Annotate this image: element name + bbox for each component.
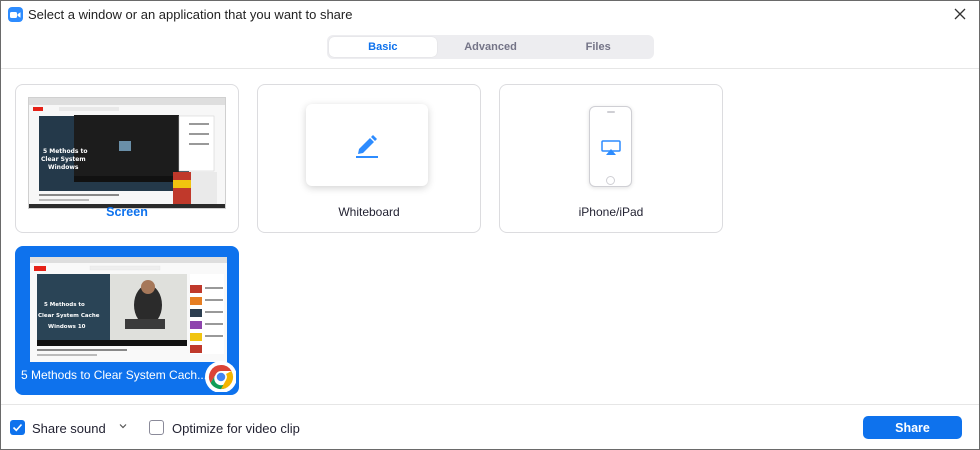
screen-thumbnail: 5 Methods to Clear System Windows <box>28 97 226 209</box>
whiteboard-card <box>306 104 428 186</box>
iphone-label: iPhone/iPad <box>578 205 644 219</box>
svg-text:5 Methods to: 5 Methods to <box>43 148 88 155</box>
svg-text:5 Methods to: 5 Methods to <box>44 302 85 308</box>
screen-preview-image: 5 Methods to Clear System Windows <box>29 98 225 208</box>
close-button[interactable] <box>951 5 969 23</box>
share-type-tabs: Basic Advanced Files <box>327 35 654 59</box>
tab-advanced[interactable]: Advanced <box>437 37 545 57</box>
phone-graphic <box>589 106 632 187</box>
chrome-window-thumbnail: 5 Methods to Clear System Cache Windows … <box>30 257 227 362</box>
share-whiteboard-tile[interactable]: Whiteboard <box>257 84 481 233</box>
bottom-divider <box>1 404 979 405</box>
svg-text:Clear System Cache: Clear System Cache <box>38 313 100 319</box>
airplay-icon <box>601 140 621 155</box>
chevron-down-icon[interactable] <box>118 422 128 430</box>
svg-text:Windows 10: Windows 10 <box>48 324 86 330</box>
window-title: Select a window or an application that y… <box>28 7 353 22</box>
share-button[interactable]: Share <box>863 416 962 439</box>
svg-text:Windows: Windows <box>48 164 79 171</box>
chrome-window-preview-image: 5 Methods to Clear System Cache Windows … <box>30 257 227 362</box>
whiteboard-label: Whiteboard <box>338 205 400 219</box>
tab-files[interactable]: Files <box>544 37 652 57</box>
chrome-icon <box>205 361 236 392</box>
tab-basic[interactable]: Basic <box>329 37 437 57</box>
svg-text:Clear System: Clear System <box>41 156 86 163</box>
optimize-video-checkbox[interactable] <box>149 420 164 435</box>
title-bar: Select a window or an application that y… <box>1 1 979 29</box>
share-chrome-window-tile[interactable]: 5 Methods to Clear System Cache Windows … <box>15 246 239 395</box>
checkmark-icon <box>12 423 23 432</box>
share-screen-tile[interactable]: 5 Methods to Clear System Windows Screen <box>15 84 239 233</box>
optimize-video-label: Optimize for video clip <box>172 421 300 436</box>
chrome-window-label: 5 Methods to Clear System Cach... <box>21 368 208 382</box>
share-iphone-tile[interactable]: iPhone/iPad <box>499 84 723 233</box>
zoom-app-icon <box>8 7 23 22</box>
share-dialog: Select a window or an application that y… <box>0 0 980 450</box>
screen-label: Screen <box>106 205 148 219</box>
pen-icon <box>356 135 378 158</box>
close-icon <box>954 8 966 20</box>
share-sound-label: Share sound <box>32 421 106 436</box>
top-divider <box>1 68 979 69</box>
share-sound-checkbox[interactable] <box>10 420 25 435</box>
